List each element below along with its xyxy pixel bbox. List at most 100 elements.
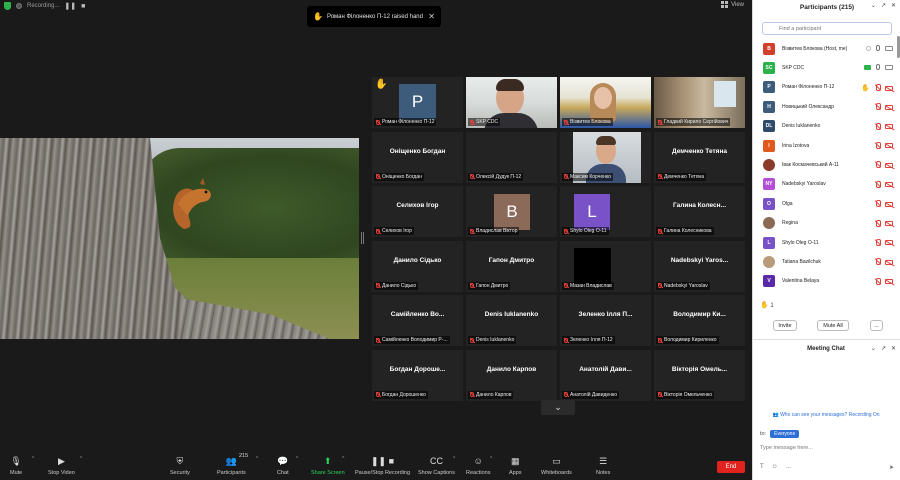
video-tile[interactable]: Олексій Дудук П-12: [466, 131, 557, 183]
video-tile[interactable]: Nadebskyi Yaros... Nadebskyi Yaroslav: [654, 240, 745, 292]
panel-divider[interactable]: [752, 339, 900, 340]
whiteboards-label: Whiteboards: [541, 470, 572, 476]
muted-mic-icon: [875, 200, 881, 208]
video-tile[interactable]: L Shylo Oleg О-11: [560, 186, 651, 238]
participant-row[interactable]: Н Новицький Олександр: [753, 97, 897, 116]
stop-video-button[interactable]: ▶ Stop Video: [48, 455, 75, 477]
participant-name: SKP CDC: [782, 65, 805, 72]
video-tile[interactable]: Селихов Ігор Селихов Ігор: [372, 186, 463, 238]
more-icon[interactable]: …: [786, 464, 792, 471]
participant-search-input[interactable]: [762, 22, 892, 35]
captions-options-caret[interactable]: ^: [453, 456, 455, 462]
pause-recording-icon[interactable]: ❚❚: [64, 2, 76, 10]
close-icon[interactable]: ✕: [891, 2, 896, 9]
emoji-icon[interactable]: ☺: [772, 464, 778, 471]
tile-name: Данило Сідько: [382, 282, 417, 289]
camera-off-icon: [885, 259, 893, 265]
stop-recording-icon[interactable]: ■: [81, 3, 85, 10]
notes-button[interactable]: ☰ Notes: [596, 455, 610, 477]
close-icon[interactable]: ✕: [428, 12, 435, 21]
video-options-caret[interactable]: ^: [80, 456, 82, 462]
video-tile[interactable]: ✋ P Роман Філоненко П-12: [372, 77, 463, 128]
tile-display-name: Демченко Тетяна: [672, 147, 727, 155]
video-tile[interactable]: Данило Сідько Данило Сідько: [372, 240, 463, 292]
pause-stop-recording-button[interactable]: ❚❚ ■ Pause/Stop Recording: [355, 455, 410, 477]
share-screen-button[interactable]: ⬆ Share Screen: [311, 455, 345, 477]
video-tile[interactable]: Галина Колесн... Галина Колесникова: [654, 186, 745, 238]
chat-options-caret[interactable]: ^: [296, 456, 298, 462]
participant-row[interactable]: I Irina Izotova: [753, 136, 897, 155]
participant-row[interactable]: V Valentina Belaya: [753, 272, 897, 291]
collapse-chevron-icon[interactable]: ⌄: [871, 345, 876, 352]
whiteboard-icon: ▭: [552, 455, 561, 466]
participant-avatar: P: [763, 81, 775, 94]
tile-name: Демченко Тетяна: [664, 173, 705, 180]
video-tile[interactable]: Вікторія Омель... Вікторія Омельченко: [654, 349, 745, 401]
apps-button[interactable]: ▦ Apps: [509, 455, 522, 477]
invite-button[interactable]: Invite: [773, 320, 797, 331]
chat-button[interactable]: 💬 Chat: [277, 455, 289, 477]
video-tile[interactable]: Максим Корченко: [560, 131, 651, 183]
muted-mic-icon: [564, 119, 568, 125]
video-tile[interactable]: Візвитев Блокова: [560, 77, 651, 128]
video-tile[interactable]: Гапон Дмитро Гапон Дмитро: [466, 240, 557, 292]
chat-recipient-dropdown[interactable]: Everyone: [770, 430, 800, 438]
security-shield-icon[interactable]: [4, 2, 11, 10]
participants-options-caret[interactable]: ^: [256, 456, 258, 462]
video-tile[interactable]: Демченко Тетяна Демченко Тетяна: [654, 131, 745, 183]
collapse-chevron-icon[interactable]: ⌄: [871, 2, 876, 9]
muted-mic-icon: [875, 161, 881, 169]
camera-off-icon: [885, 221, 893, 227]
participant-row[interactable]: Ївак Космачевський А-11: [753, 155, 897, 174]
video-tile[interactable]: SKP CDC: [466, 77, 557, 128]
reactions-button[interactable]: ☺ Reactions: [466, 455, 490, 476]
view-button[interactable]: View: [721, 1, 744, 8]
more-options-button[interactable]: ...: [870, 320, 883, 331]
participant-row[interactable]: Tatiana Bazilchuk: [753, 252, 897, 271]
format-icon[interactable]: T: [760, 464, 764, 471]
participant-row[interactable]: P Роман Філоненко П-12 ✋: [753, 78, 897, 97]
view-splitter-handle[interactable]: [361, 232, 364, 244]
participant-row[interactable]: DL Denis Iuklanenko: [753, 117, 897, 136]
pop-out-icon[interactable]: ↗: [881, 345, 886, 352]
video-tile[interactable]: Богдан Дороше... Богдан Дорошенко: [372, 349, 463, 401]
participant-row[interactable]: Regina: [753, 214, 897, 233]
participant-row[interactable]: SC SKP CDC: [753, 58, 897, 77]
video-tile[interactable]: Гладкий Кирило Сергійович: [654, 77, 745, 128]
video-tile[interactable]: Зеленко Ілля П... Зеленко Ілля П-12: [560, 295, 651, 347]
video-tile[interactable]: Denis Iuklanenko Denis Iuklanenko: [466, 295, 557, 347]
video-tile[interactable]: Володимир Ки... Володимир Кириленко: [654, 295, 745, 347]
video-tile[interactable]: B Владислав Віктор: [466, 186, 557, 238]
captions-icon: CC: [430, 456, 443, 466]
mute-all-button[interactable]: Mute All: [817, 320, 849, 331]
video-tile[interactable]: Оніщенко Богдан Оніщенко Богдан: [372, 131, 463, 183]
pop-out-icon[interactable]: ↗: [881, 2, 886, 9]
chat-visibility-notice[interactable]: 👥 Who can see your messages? Recording O…: [752, 412, 900, 418]
end-meeting-button[interactable]: End: [717, 461, 745, 473]
security-button[interactable]: ⛨ Security: [170, 455, 190, 477]
share-options-caret[interactable]: ^: [342, 456, 344, 462]
muted-mic-icon: [875, 141, 881, 149]
close-icon[interactable]: ✕: [891, 345, 896, 352]
participant-row[interactable]: O Olga: [753, 194, 897, 213]
gallery-next-page-button[interactable]: ⌄: [541, 400, 575, 415]
chat-message-input[interactable]: [760, 443, 892, 453]
show-captions-button[interactable]: CC Show Captions: [418, 455, 455, 476]
video-tile[interactable]: Мазан Владислав: [560, 240, 651, 292]
participant-row[interactable]: NY Nadebskyi Yaroslav: [753, 175, 897, 194]
muted-mic-icon: [564, 174, 568, 180]
tile-name: Мазан Владислав: [570, 282, 612, 289]
zoom-meeting-window: Recording... ❚❚ ■ View ✋ Роман Філоненко…: [0, 0, 900, 480]
participant-row[interactable]: B Візвитев Блокова (Host, me): [753, 39, 897, 58]
participant-avatar: L: [763, 236, 775, 249]
mute-button[interactable]: 🎙 Mute: [10, 455, 22, 477]
participant-row[interactable]: L Shylo Oleg О-11: [753, 233, 897, 252]
video-tile[interactable]: Самійленко Во... Самійленко Володимир Р-…: [372, 295, 463, 347]
audio-options-caret[interactable]: ^: [32, 456, 34, 462]
whiteboards-button[interactable]: ▭ Whiteboards: [541, 455, 572, 477]
send-icon[interactable]: ➤: [889, 464, 894, 471]
raise-hand-notification[interactable]: ✋ Роман Філоненко П-12 raised hand ✕: [307, 6, 441, 27]
reactions-options-caret[interactable]: ^: [490, 456, 492, 462]
video-tile[interactable]: Анатолій Дави... Анатолій Давиденко: [560, 349, 651, 401]
video-tile[interactable]: Данило Карпов Данило Карпов: [466, 349, 557, 401]
